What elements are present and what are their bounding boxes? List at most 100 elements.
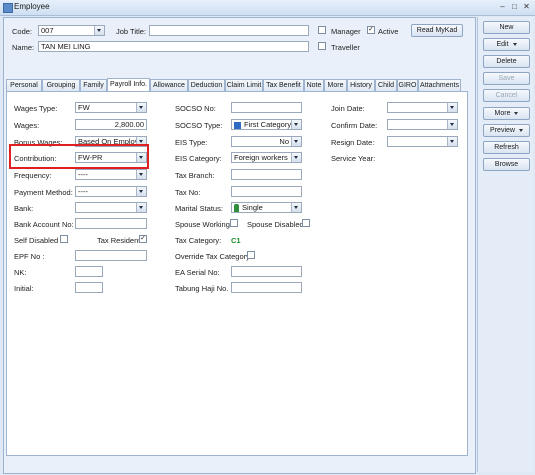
preview-button[interactable]: Preview bbox=[483, 124, 530, 137]
epf-input[interactable] bbox=[75, 250, 147, 261]
chevron-down-icon[interactable] bbox=[136, 103, 146, 112]
browse-button[interactable]: Browse bbox=[483, 158, 530, 171]
confirm-date-picker[interactable] bbox=[387, 119, 458, 130]
marital-status-label: Marital Status: bbox=[175, 204, 223, 213]
tab-deduction[interactable]: Deduction bbox=[188, 79, 225, 91]
tab-family[interactable]: Family bbox=[80, 79, 107, 91]
active-checkbox[interactable]: ✓ bbox=[367, 26, 375, 34]
traveller-checkbox[interactable] bbox=[318, 42, 326, 50]
job-title-input[interactable] bbox=[149, 25, 309, 36]
wages-type-value: FW bbox=[78, 103, 90, 112]
maximize-icon[interactable]: □ bbox=[510, 2, 519, 11]
socso-type-dropdown[interactable]: First Category bbox=[231, 119, 302, 130]
save-button[interactable]: Save bbox=[483, 72, 530, 85]
frequency-dropdown[interactable]: ---- bbox=[75, 169, 147, 180]
eis-type-dropdown[interactable]: No bbox=[231, 136, 302, 147]
chevron-down-icon bbox=[512, 42, 517, 46]
chevron-down-icon[interactable] bbox=[291, 120, 301, 129]
tax-category-label: Tax Category: bbox=[175, 236, 222, 245]
cancel-button[interactable]: Cancel bbox=[483, 89, 530, 102]
marital-status-value: Single bbox=[242, 203, 263, 212]
minimize-icon[interactable]: – bbox=[498, 2, 507, 11]
chevron-down-icon[interactable] bbox=[447, 103, 457, 112]
chevron-down-icon[interactable] bbox=[136, 203, 146, 212]
delete-button[interactable]: Delete bbox=[483, 55, 530, 68]
tab-bar: Personal Grouping Family Payroll Info. A… bbox=[6, 78, 469, 91]
wages-input[interactable]: 2,800.00 bbox=[75, 119, 147, 130]
person-icon bbox=[234, 204, 239, 212]
tabung-haji-input[interactable] bbox=[231, 282, 302, 293]
spouse-working-checkbox[interactable] bbox=[230, 219, 238, 227]
self-disabled-label: Self Disabled bbox=[14, 236, 59, 245]
chevron-down-icon[interactable] bbox=[136, 170, 146, 179]
chevron-down-icon[interactable] bbox=[291, 137, 301, 146]
ea-serial-label: EA Serial No: bbox=[175, 268, 220, 277]
wages-type-dropdown[interactable]: FW bbox=[75, 102, 147, 113]
tab-note[interactable]: Note bbox=[304, 79, 324, 91]
override-tax-checkbox[interactable] bbox=[247, 251, 255, 259]
tab-claim-limit[interactable]: Claim Limit bbox=[225, 79, 263, 91]
title-bar: Employee – □ ✕ bbox=[0, 0, 535, 16]
chevron-down-icon[interactable] bbox=[94, 26, 104, 35]
spouse-disabled-checkbox[interactable] bbox=[302, 219, 310, 227]
tab-child[interactable]: Child bbox=[375, 79, 397, 91]
code-dropdown[interactable]: 007 bbox=[38, 25, 105, 36]
nk-input[interactable] bbox=[75, 266, 103, 277]
tax-no-label: Tax No: bbox=[175, 188, 201, 197]
tab-tax-benefit[interactable]: Tax Benefit bbox=[263, 79, 304, 91]
window-title: Employee bbox=[14, 2, 50, 11]
resign-date-label: Resign Date: bbox=[331, 138, 375, 147]
bank-account-input[interactable] bbox=[75, 218, 147, 229]
tab-giro[interactable]: GIRO bbox=[397, 79, 418, 91]
name-input[interactable]: TAN MEI LING bbox=[38, 41, 309, 52]
spouse-working-label: Spouse Working bbox=[175, 220, 230, 229]
tab-payroll-info[interactable]: Payroll Info. bbox=[107, 78, 150, 91]
more-button[interactable]: More bbox=[483, 107, 530, 120]
self-disabled-checkbox[interactable] bbox=[60, 235, 68, 243]
preview-label: Preview bbox=[490, 127, 515, 134]
spouse-disabled-label: Spouse Disabled bbox=[247, 220, 304, 229]
new-button[interactable]: New bbox=[483, 21, 530, 34]
bank-dropdown[interactable] bbox=[75, 202, 147, 213]
chevron-down-icon bbox=[514, 111, 519, 115]
close-icon[interactable]: ✕ bbox=[522, 2, 531, 11]
tax-no-input[interactable] bbox=[231, 186, 302, 197]
initial-input[interactable] bbox=[75, 282, 103, 293]
chevron-down-icon[interactable] bbox=[291, 203, 301, 212]
chevron-down-icon[interactable] bbox=[447, 120, 457, 129]
tabung-haji-label: Tabung Haji No. bbox=[175, 284, 229, 293]
tab-attachments[interactable]: Attachments bbox=[418, 79, 461, 91]
eis-category-label: EIS Category: bbox=[175, 154, 222, 163]
ea-serial-input[interactable] bbox=[231, 266, 302, 277]
chevron-down-icon bbox=[518, 128, 523, 132]
code-label: Code: bbox=[12, 27, 33, 36]
tab-grouping[interactable]: Grouping bbox=[42, 79, 80, 91]
category-icon bbox=[234, 121, 241, 129]
epf-label: EPF No : bbox=[14, 252, 45, 261]
socso-type-value: First Category bbox=[244, 120, 292, 129]
eis-category-dropdown[interactable]: Foreign workers bbox=[231, 152, 302, 163]
tab-allowance[interactable]: Allowance bbox=[150, 79, 188, 91]
socso-no-input[interactable] bbox=[231, 102, 302, 113]
tab-personal[interactable]: Personal bbox=[6, 79, 42, 91]
refresh-button[interactable]: Refresh bbox=[483, 141, 530, 154]
tab-history[interactable]: History bbox=[347, 79, 375, 91]
marital-status-dropdown[interactable]: Single bbox=[231, 202, 302, 213]
manager-checkbox[interactable] bbox=[318, 26, 326, 34]
resign-date-picker[interactable] bbox=[387, 136, 458, 147]
tax-resident-checkbox[interactable]: ✓ bbox=[139, 235, 147, 243]
edit-button[interactable]: Edit bbox=[483, 38, 530, 51]
tab-more[interactable]: More bbox=[324, 79, 347, 91]
chevron-down-icon[interactable] bbox=[291, 153, 301, 162]
tax-branch-input[interactable] bbox=[231, 169, 302, 180]
join-date-picker[interactable] bbox=[387, 102, 458, 113]
chevron-down-icon[interactable] bbox=[447, 137, 457, 146]
read-mykad-button[interactable]: Read MyKad bbox=[411, 24, 463, 37]
payment-method-value: ---- bbox=[78, 187, 88, 196]
traveller-label: Traveller bbox=[331, 43, 360, 52]
eis-type-label: EIS Type: bbox=[175, 138, 208, 147]
action-panel bbox=[477, 17, 533, 472]
payment-method-dropdown[interactable]: ---- bbox=[75, 186, 147, 197]
chevron-down-icon[interactable] bbox=[136, 187, 146, 196]
manager-label: Manager bbox=[331, 27, 361, 36]
